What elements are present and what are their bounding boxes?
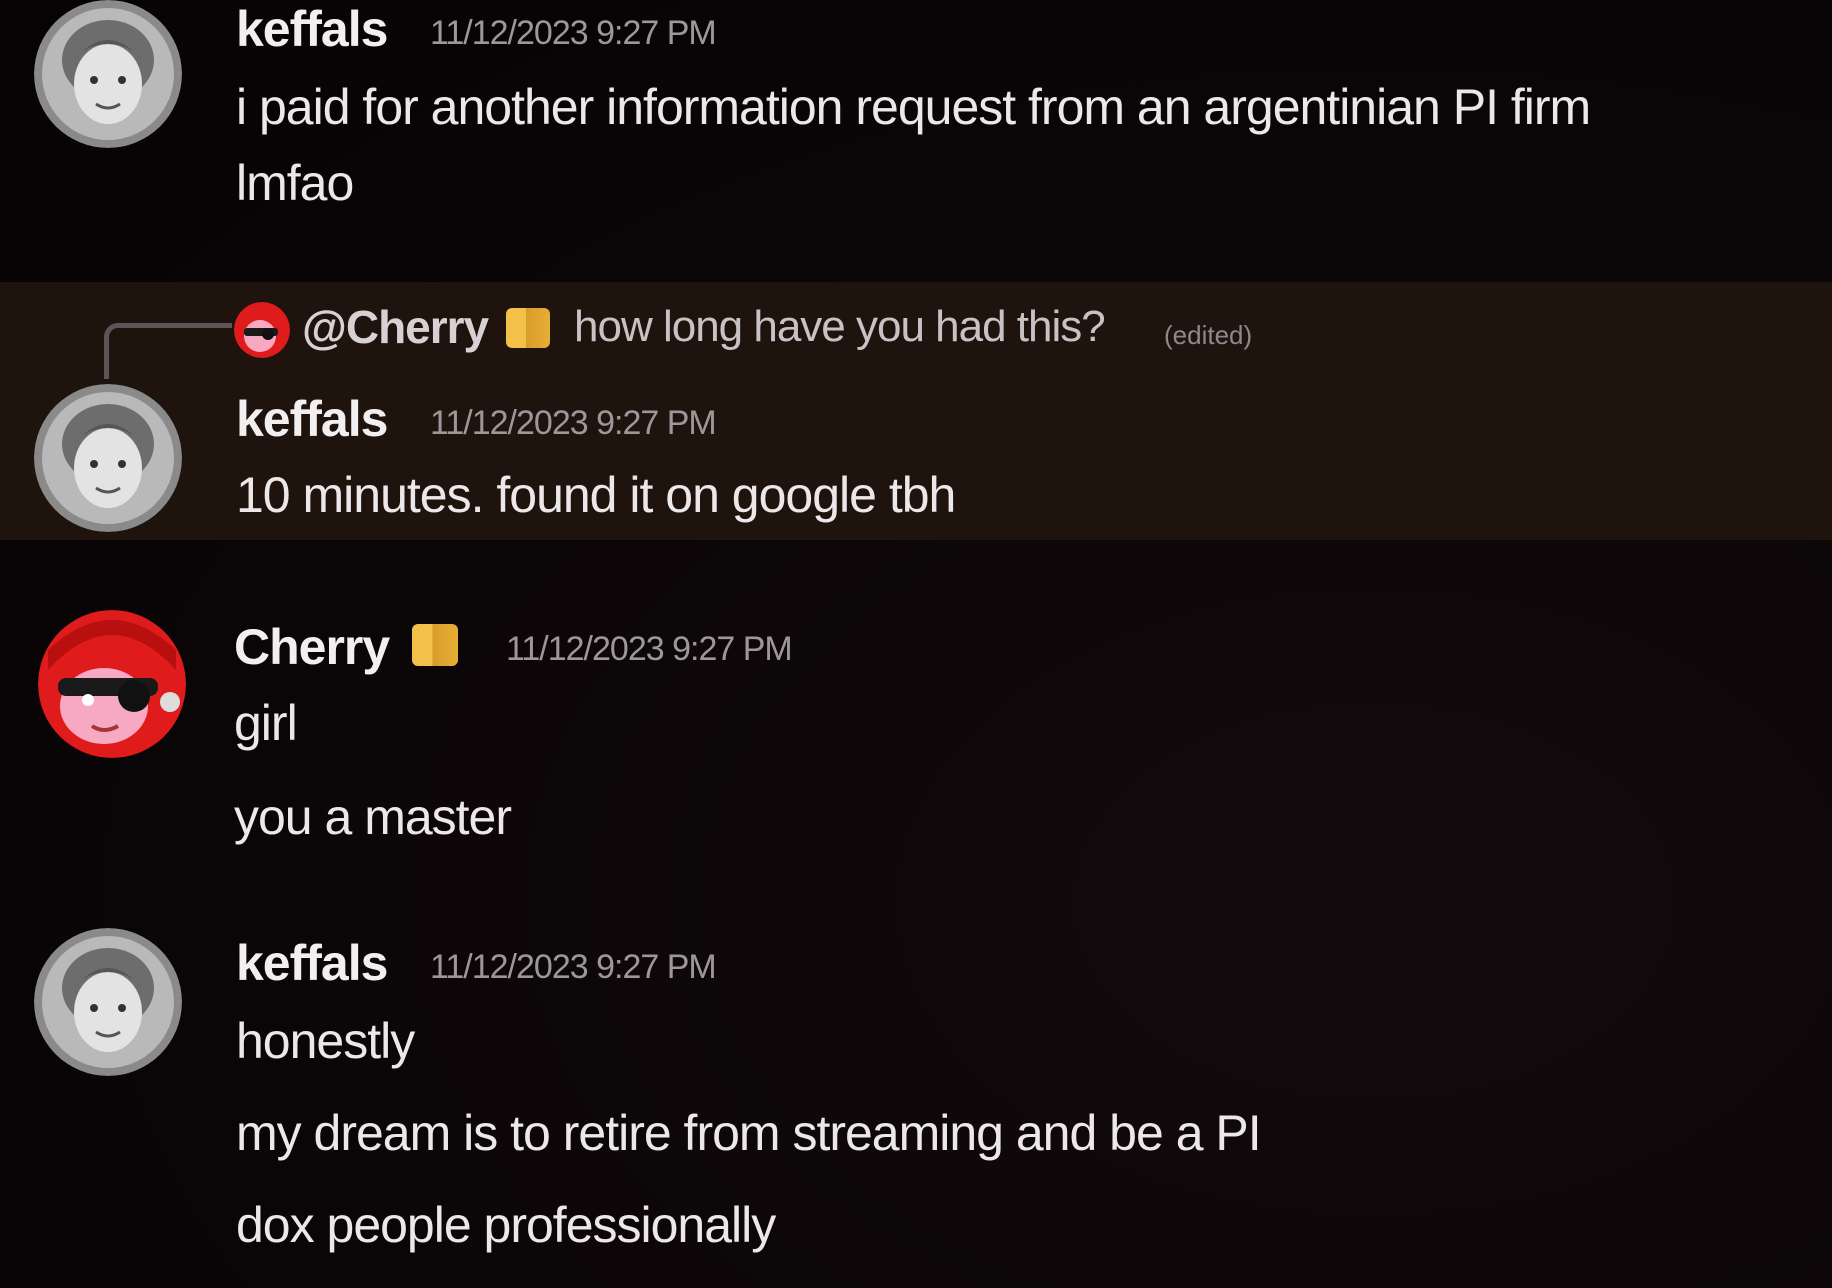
message-line: honestly	[236, 1013, 415, 1069]
message-1: keffals 11/12/2023 9:27 PM i paid for an…	[0, 0, 1832, 282]
timestamp: 11/12/2023 9:27 PM	[506, 630, 793, 668]
keffals-avatar[interactable]	[34, 384, 182, 532]
reply-connector	[104, 323, 232, 379]
message-line: you a master	[234, 789, 512, 845]
cherry-avatar[interactable]	[38, 610, 186, 758]
message-line: my dream is to retire from streaming and…	[236, 1105, 1262, 1161]
chat-message-list: keffals 11/12/2023 9:27 PM i paid for an…	[0, 0, 1832, 1288]
reply-mention[interactable]: @Cherry	[302, 300, 489, 354]
timestamp: 11/12/2023 9:27 PM	[430, 14, 717, 52]
username[interactable]: keffals	[236, 0, 388, 58]
username[interactable]: keffals	[236, 390, 388, 448]
keffals-avatar[interactable]	[34, 0, 182, 148]
reply-preview-text[interactable]: how long have you had this?	[574, 302, 1106, 352]
message-line: i paid for another information request f…	[236, 79, 1591, 135]
username[interactable]: keffals	[236, 934, 388, 992]
role-badge-icon	[506, 308, 550, 348]
message-line: lmfao	[236, 155, 354, 211]
message-line: girl	[234, 695, 298, 751]
cherry-avatar[interactable]	[234, 302, 290, 358]
edited-label: (edited)	[1164, 320, 1253, 350]
message-line: dox people professionally	[236, 1197, 776, 1253]
timestamp: 11/12/2023 9:27 PM	[430, 404, 717, 442]
keffals-avatar[interactable]	[34, 928, 182, 1076]
message-line: 10 minutes. found it on google tbh	[236, 467, 956, 523]
username[interactable]: Cherry	[234, 618, 390, 676]
role-badge-icon	[412, 624, 458, 666]
timestamp: 11/12/2023 9:27 PM	[430, 948, 717, 986]
